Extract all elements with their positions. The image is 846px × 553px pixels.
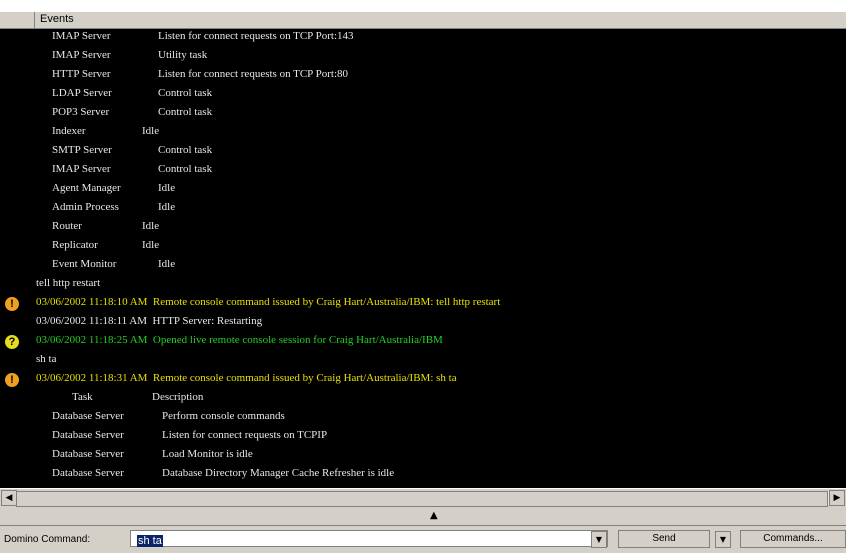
command-history-dropdown-icon[interactable]: ▼ — [591, 531, 607, 548]
console-line-description: Description — [152, 391, 204, 403]
console-line-description: Idle — [142, 220, 160, 232]
console-line-text: 03/06/2002 11:18:11 AM HTTP Server: Rest… — [36, 315, 263, 327]
console-line-description: Idle — [158, 258, 176, 270]
console-line-text: IMAP Server — [52, 163, 111, 175]
console-line-description: Control task — [158, 87, 213, 99]
console-line-description: Idle — [158, 182, 176, 194]
domino-command-label: Domino Command: — [4, 534, 91, 545]
pane-splitter[interactable]: ▲ — [0, 507, 846, 525]
console-line: Replicator Idle — [0, 238, 846, 256]
icon-column-header — [0, 12, 35, 28]
console-line-description: Control task — [158, 163, 213, 175]
console-output[interactable]: IMAP Server Listen for connect requests o… — [0, 29, 846, 488]
console-line-text: Database Server — [52, 410, 124, 422]
console-line-text: 03/06/2002 11:18:10 AM Remote console co… — [36, 296, 501, 308]
console-line-text: Database Server — [52, 467, 124, 479]
console-line-text: tell http restart — [36, 277, 101, 289]
domino-command-input[interactable]: sh ta — [130, 530, 608, 547]
console-line-text: sh ta — [36, 353, 57, 365]
console-line-text: Database Server — [52, 448, 124, 460]
warning-icon: ! — [5, 297, 19, 311]
console-line: sh ta — [0, 352, 846, 370]
warning-icon: ! — [5, 373, 19, 387]
console-line-description: Listen for connect requests on TCPIP — [162, 429, 328, 441]
events-column-header[interactable]: Events — [40, 13, 74, 25]
console-line-text: Admin Process — [52, 201, 119, 213]
events-header: Events — [0, 12, 846, 29]
console-line-description: Idle — [158, 201, 176, 213]
console-line: Database Server Perform console commands — [0, 409, 846, 427]
console-line-text: POP3 Server — [52, 106, 110, 118]
console-line: IMAP Server Listen for connect requests o… — [0, 29, 846, 47]
collapse-up-icon[interactable]: ▲ — [430, 510, 438, 521]
command-bar: Domino Command: sh ta ▼ Send ▼ Commands.… — [0, 525, 846, 553]
scroll-right-icon[interactable]: ▶ — [829, 490, 845, 506]
console-line-description: Control task — [158, 106, 213, 118]
console-line-description: Load Monitor is idle — [162, 448, 253, 460]
console-line-text: IMAP Server — [52, 49, 111, 61]
console-line: ! 03/06/2002 11:18:31 AM Remote console c… — [0, 371, 846, 389]
console-line-description: Perform console commands — [162, 410, 285, 422]
console-line: SMTP Server Control task — [0, 143, 846, 161]
console-line: IMAP Server Utility task — [0, 48, 846, 66]
console-line: tell http restart — [0, 276, 846, 294]
console-line-description: Listen for connect requests on TCP Port:… — [158, 30, 354, 42]
scroll-left-icon[interactable]: ◀ — [1, 490, 17, 506]
horizontal-scrollbar[interactable]: ◀ ▶ — [0, 488, 846, 507]
console-line-text: IMAP Server — [52, 30, 111, 42]
console-line: ! 03/06/2002 11:18:10 AM Remote console c… — [0, 295, 846, 313]
console-line-text: SMTP Server — [52, 144, 112, 156]
console-line-text: Router — [52, 220, 82, 232]
console-line: Router Idle — [0, 219, 846, 237]
console-line-text: HTTP Server — [52, 68, 111, 80]
console-line: HTTP Server Listen for connect requests o… — [0, 67, 846, 85]
console-line: Database Server Load Monitor is idle — [0, 447, 846, 465]
cropped-title-fragment — [0, 0, 846, 12]
scroll-thumb[interactable] — [16, 491, 828, 507]
console-line: Event Monitor Idle — [0, 257, 846, 275]
console-line-text: LDAP Server — [52, 87, 112, 99]
question-icon: ? — [5, 335, 19, 349]
console-line: ? 03/06/2002 11:18:25 AM Opened live remo… — [0, 333, 846, 351]
console-line-text: Task — [72, 391, 93, 403]
console-line: Database Server Database Directory Manage… — [0, 466, 846, 484]
console-line: POP3 Server Control task — [0, 105, 846, 123]
console-line-text: 03/06/2002 11:18:31 AM Remote console co… — [36, 372, 457, 384]
console-line-description: Control task — [158, 144, 213, 156]
console-line-text: Database Server — [52, 429, 124, 441]
console-line-description: Idle — [142, 239, 160, 251]
console-line-text: Agent Manager — [52, 182, 121, 194]
send-options-dropdown-icon[interactable]: ▼ — [715, 531, 731, 548]
console-line: IMAP Server Control task — [0, 162, 846, 180]
command-input-value: sh ta — [137, 535, 163, 547]
console-line: LDAP Server Control task — [0, 86, 846, 104]
console-line: 03/06/2002 11:18:11 AM HTTP Server: Rest… — [0, 314, 846, 332]
console-line-text: Replicator — [52, 239, 98, 251]
console-line: Task Description — [0, 390, 846, 408]
commands-button[interactable]: Commands... — [740, 530, 846, 548]
send-button[interactable]: Send — [618, 530, 710, 548]
console-line-description: Idle — [142, 125, 160, 137]
console-line: Database Server Listen for connect reques… — [0, 428, 846, 446]
console-line: Agent Manager Idle — [0, 181, 846, 199]
console-line: Indexer Idle — [0, 124, 846, 142]
console-line-text: Indexer — [52, 125, 86, 137]
console-line-text: Event Monitor — [52, 258, 117, 270]
console-line-description: Listen for connect requests on TCP Port:… — [158, 68, 349, 80]
console-line: Admin Process Idle — [0, 200, 846, 218]
console-line-description: Database Directory Manager Cache Refresh… — [162, 467, 395, 479]
console-line-text: 03/06/2002 11:18:25 AM Opened live remot… — [36, 334, 443, 346]
console-line-description: Utility task — [158, 49, 208, 61]
